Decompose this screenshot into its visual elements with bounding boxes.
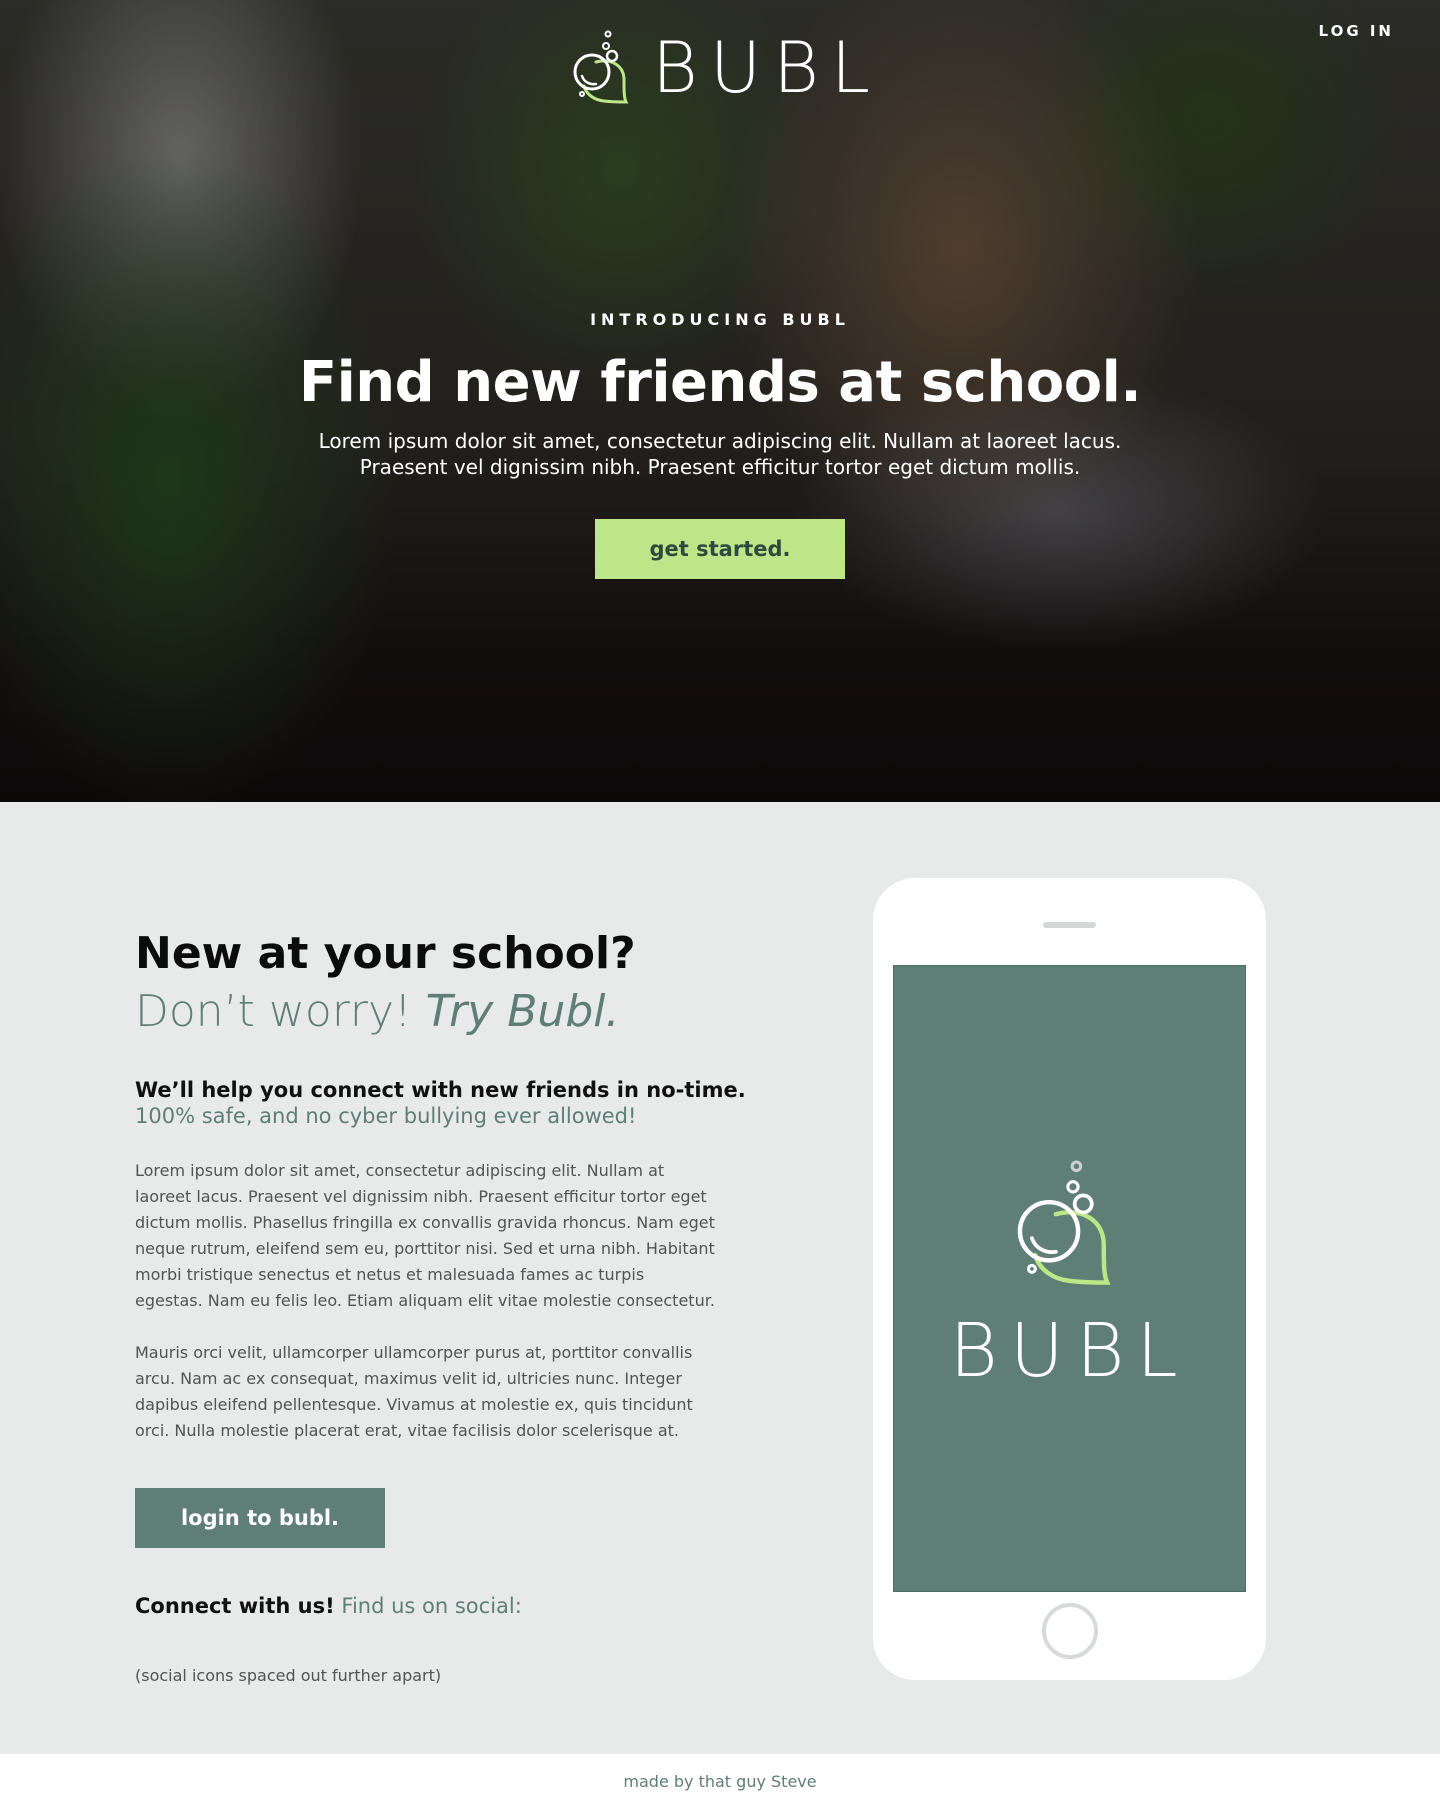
site-footer: made by that guy Steve	[0, 1754, 1440, 1813]
hero-eyebrow: INTRODUCING BUBL	[590, 310, 850, 329]
hero-subtitle-line2: Praesent vel dignissim nibh. Praesent ef…	[359, 455, 1081, 479]
lead-strong: We’ll help you connect with new friends …	[135, 1078, 746, 1102]
social-placeholder-note: (social icons spaced out further apart)	[135, 1666, 442, 1685]
bubbles-chat-icon	[568, 28, 630, 108]
get-started-button[interactable]: get started.	[595, 519, 845, 579]
section-heading: New at your school?	[135, 928, 636, 979]
body-paragraph-2: Mauris orci velit, ullamcorper ullamcorp…	[135, 1343, 693, 1440]
screen-bubbles-chat-icon	[1006, 1156, 1116, 1290]
phone-speaker	[1043, 922, 1096, 928]
lead-muted: 100% safe, and no cyber bullying ever al…	[135, 1104, 637, 1128]
login-to-bubl-button[interactable]: login to bubl.	[135, 1488, 385, 1548]
site-logo[interactable]: BUBL	[568, 28, 882, 108]
phone-mockup: BUBL	[873, 878, 1266, 1680]
hero-subtitle: Lorem ipsum dolor sit amet, consectetur …	[260, 428, 1180, 480]
logo-wordmark: BUBL	[652, 27, 882, 109]
subheading-italic: Try Bubl.	[425, 986, 620, 1037]
section-subheading: Don’t worry! Try Bubl.	[135, 986, 619, 1037]
intro-section: New at your school? Don’t worry! Try Bub…	[0, 802, 1440, 1754]
subheading-plain: Don’t worry!	[135, 986, 426, 1037]
connect-muted: Find us on social:	[334, 1594, 522, 1618]
login-link[interactable]: LOG IN	[1319, 22, 1394, 40]
connect-line: Connect with us! Find us on social:	[135, 1594, 522, 1618]
body-paragraph-1: Lorem ipsum dolor sit amet, consectetur …	[135, 1161, 715, 1310]
screen-wordmark: BUBL	[949, 1308, 1190, 1394]
phone-screen: BUBL	[893, 965, 1246, 1592]
connect-strong: Connect with us!	[135, 1594, 335, 1618]
hero-title: Find new friends at school.	[298, 350, 1142, 415]
hero-subtitle-line1: Lorem ipsum dolor sit amet, consectetur …	[318, 429, 1122, 453]
hero-content: BUBL LOG IN INTRODUCING BUBL Find new fr…	[0, 0, 1440, 802]
footer-credit: made by that guy Steve	[623, 1772, 817, 1791]
phone-home-button	[1042, 1603, 1098, 1659]
hero-section: BUBL LOG IN INTRODUCING BUBL Find new fr…	[0, 0, 1440, 802]
